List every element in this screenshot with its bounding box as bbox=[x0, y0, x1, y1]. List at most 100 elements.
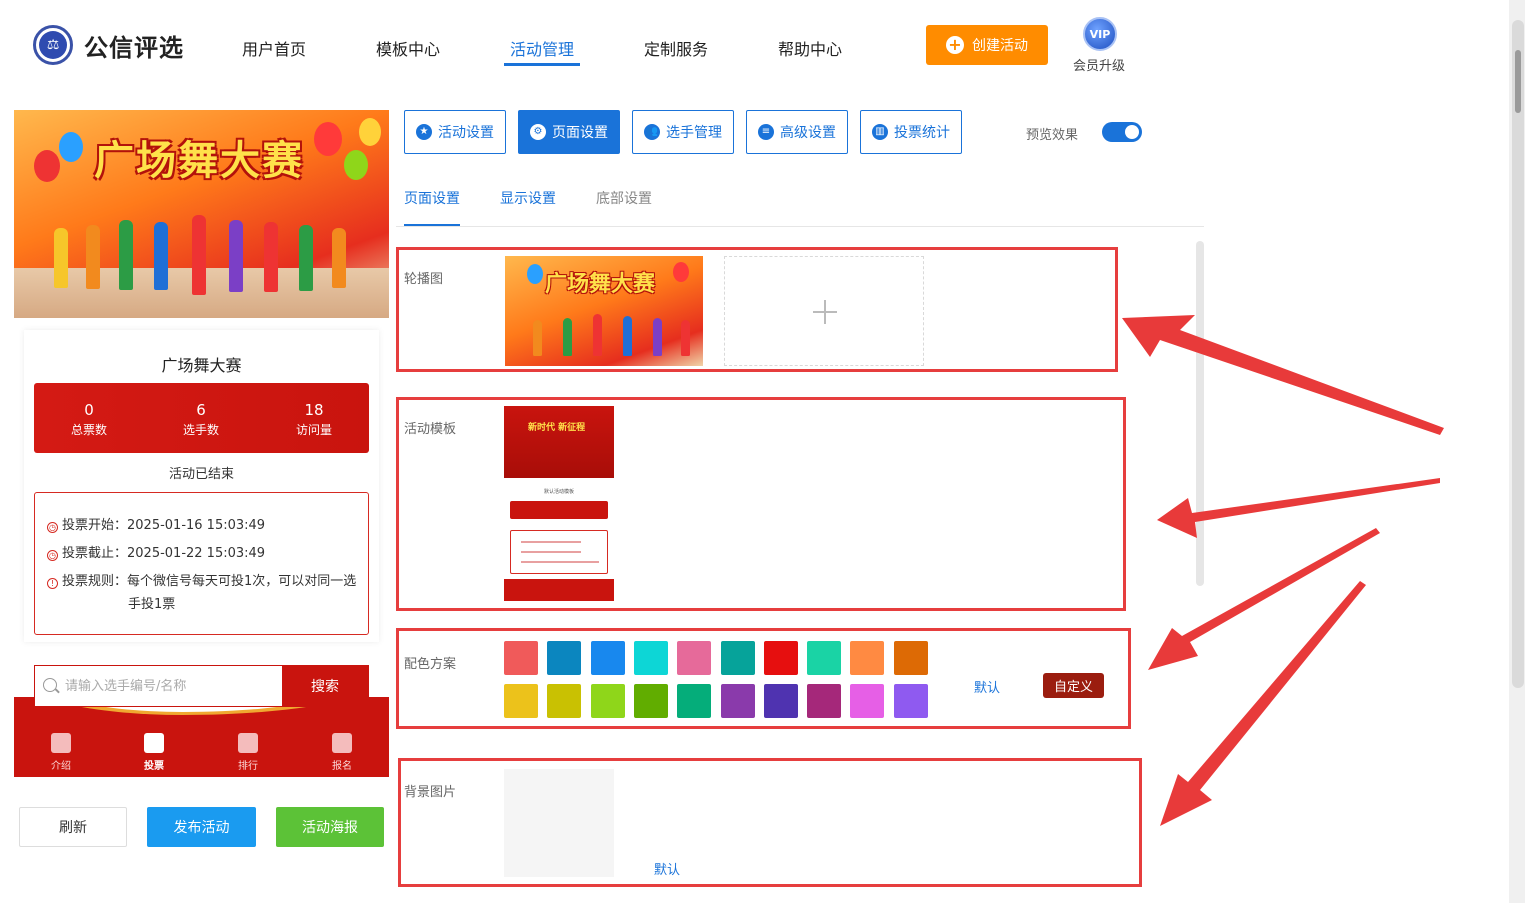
color-swatch[interactable] bbox=[590, 641, 625, 675]
color-swatch[interactable] bbox=[720, 684, 755, 718]
refresh-button[interactable]: 刷新 bbox=[19, 807, 127, 847]
tab-page-settings[interactable]: ⚙ 页面设置 bbox=[518, 110, 620, 154]
dancer-figure bbox=[154, 222, 168, 290]
activity-poster-button[interactable]: 活动海报 bbox=[276, 807, 384, 847]
tab-contestant-management[interactable]: 👥 选手管理 bbox=[632, 110, 734, 154]
color-swatch[interactable] bbox=[677, 684, 712, 718]
annotation-arrow bbox=[1148, 528, 1380, 670]
activity-status: 活动已结束 bbox=[168, 467, 234, 482]
banner-title: 广场舞大赛 bbox=[94, 138, 304, 184]
nav-activity-management[interactable]: 活动管理 bbox=[510, 36, 574, 60]
color-swatch[interactable] bbox=[893, 641, 928, 675]
nav-custom-service[interactable]: 定制服务 bbox=[644, 36, 708, 60]
sliders-icon: ≡ bbox=[758, 124, 774, 140]
nav-user-home[interactable]: 用户首页 bbox=[242, 36, 306, 60]
color-swatch[interactable] bbox=[547, 684, 582, 718]
carousel-upload-button[interactable] bbox=[724, 256, 924, 366]
color-swatch[interactable] bbox=[807, 641, 842, 675]
star-icon: ★ bbox=[416, 124, 432, 140]
color-swatch[interactable] bbox=[677, 641, 712, 675]
settings-scrollbar[interactable] bbox=[1196, 241, 1204, 586]
annotation-arrow bbox=[1122, 315, 1444, 435]
vote-rule: ! 投票规则：每个微信号每天可投1次，可以对同一选 bbox=[47, 571, 356, 593]
preview-search: 搜索 bbox=[34, 665, 369, 707]
balloon-icon bbox=[673, 262, 689, 282]
dancer-figure bbox=[681, 320, 690, 356]
bottom-nav-signup[interactable]: 报名 bbox=[317, 733, 367, 772]
create-activity-label: 创建活动 bbox=[972, 38, 1028, 54]
bottom-nav-intro[interactable]: 介绍 bbox=[36, 733, 86, 772]
background-image-thumbnail[interactable] bbox=[504, 769, 614, 877]
subtab-display-settings[interactable]: 显示设置 bbox=[500, 188, 556, 208]
background-default-link[interactable]: 默认 bbox=[654, 859, 680, 878]
color-swatch[interactable] bbox=[763, 684, 798, 718]
stat-visits: 18 访问量 bbox=[295, 401, 332, 437]
balloon-icon bbox=[344, 150, 368, 180]
color-swatch[interactable] bbox=[850, 641, 885, 675]
bottom-nav-vote[interactable]: 投票 bbox=[129, 733, 179, 772]
color-custom-button[interactable]: 自定义 bbox=[1043, 673, 1104, 698]
dancer-figure bbox=[54, 228, 68, 288]
color-swatch[interactable] bbox=[807, 684, 842, 718]
color-swatch[interactable] bbox=[547, 641, 582, 675]
clock-icon: ◷ bbox=[47, 522, 58, 533]
logo-scales-icon: ⚖ bbox=[33, 25, 73, 65]
vote-rule-cont: 手投1票 bbox=[128, 597, 176, 612]
color-swatch[interactable] bbox=[633, 684, 668, 718]
home-icon bbox=[144, 733, 164, 753]
nav-help-center[interactable]: 帮助中心 bbox=[778, 36, 842, 60]
dancer-figure bbox=[623, 316, 632, 356]
subtab-active-underline bbox=[404, 224, 460, 226]
color-swatch[interactable] bbox=[504, 641, 538, 675]
color-swatch[interactable] bbox=[850, 684, 885, 718]
color-swatch[interactable] bbox=[763, 641, 798, 675]
page-scrollbar-rail bbox=[1512, 20, 1524, 688]
tab-vote-statistics[interactable]: ▥ 投票统计 bbox=[860, 110, 962, 154]
color-swatch[interactable] bbox=[590, 684, 625, 718]
search-input[interactable] bbox=[65, 666, 281, 706]
color-swatch[interactable] bbox=[504, 684, 538, 718]
template-header: 新时代 新征程 bbox=[504, 406, 614, 478]
activity-info-card: 广场舞大赛 0 总票数 6 选手数 18 访问量 活动已结束 ◷ 投票开始：202… bbox=[24, 330, 379, 642]
publish-activity-button[interactable]: 发布活动 bbox=[147, 807, 256, 847]
toggle-knob bbox=[1125, 125, 1139, 139]
stats-bar: 0 总票数 6 选手数 18 访问量 bbox=[34, 383, 369, 453]
dancer-figure bbox=[332, 228, 346, 288]
search-icon bbox=[43, 678, 57, 692]
subtab-divider bbox=[396, 226, 1204, 227]
subtab-page-settings[interactable]: 页面设置 bbox=[404, 188, 460, 208]
color-swatch[interactable] bbox=[720, 641, 755, 675]
balloon-icon bbox=[527, 264, 543, 284]
vip-icon[interactable]: VIP bbox=[1083, 17, 1117, 51]
vip-upgrade-link[interactable]: 会员升级 bbox=[1073, 55, 1125, 74]
carousel-image-title: 广场舞大赛 bbox=[545, 272, 656, 297]
balloon-icon bbox=[314, 122, 342, 156]
create-activity-button[interactable]: + 创建活动 bbox=[926, 25, 1048, 65]
subtab-footer-settings[interactable]: 底部设置 bbox=[596, 188, 652, 208]
balloon-icon bbox=[59, 132, 83, 162]
annotation-arrow bbox=[1160, 581, 1366, 826]
color-scheme-label: 配色方案 bbox=[404, 657, 457, 672]
preview-toggle-label: 预览效果 bbox=[1026, 128, 1079, 143]
search-button[interactable]: 搜索 bbox=[282, 666, 368, 706]
bar-chart-icon: ▥ bbox=[872, 124, 888, 140]
color-default-link[interactable]: 默认 bbox=[974, 677, 1000, 696]
page-scrollbar-thumb[interactable] bbox=[1515, 50, 1521, 113]
bottom-nav-ranking[interactable]: 排行 bbox=[223, 733, 273, 772]
preview-bottom-nav: 介绍 投票 排行 报名 bbox=[14, 697, 389, 777]
preview-toggle[interactable] bbox=[1102, 122, 1142, 142]
stat-total-votes: 0 总票数 bbox=[70, 401, 107, 437]
tab-advanced-settings[interactable]: ≡ 高级设置 bbox=[746, 110, 848, 154]
balloon-icon bbox=[359, 118, 381, 146]
dancer-figure bbox=[299, 225, 313, 291]
carousel-image[interactable]: 广场舞大赛 bbox=[505, 256, 703, 366]
vote-start: ◷ 投票开始：2025-01-16 15:03:49 bbox=[47, 518, 266, 533]
color-swatch[interactable] bbox=[893, 684, 928, 718]
rules-box: ◷ 投票开始：2025-01-16 15:03:49 ◷ 投票截止：2025-01-… bbox=[34, 492, 369, 635]
stat-contestants: 6 选手数 bbox=[182, 401, 219, 437]
color-swatch[interactable] bbox=[633, 641, 668, 675]
nav-template-center[interactable]: 模板中心 bbox=[376, 36, 440, 60]
tab-activity-settings[interactable]: ★ 活动设置 bbox=[404, 110, 506, 154]
template-rules bbox=[510, 530, 608, 574]
template-thumbnail[interactable]: 新时代 新征程 默认活动模板 bbox=[504, 406, 614, 601]
